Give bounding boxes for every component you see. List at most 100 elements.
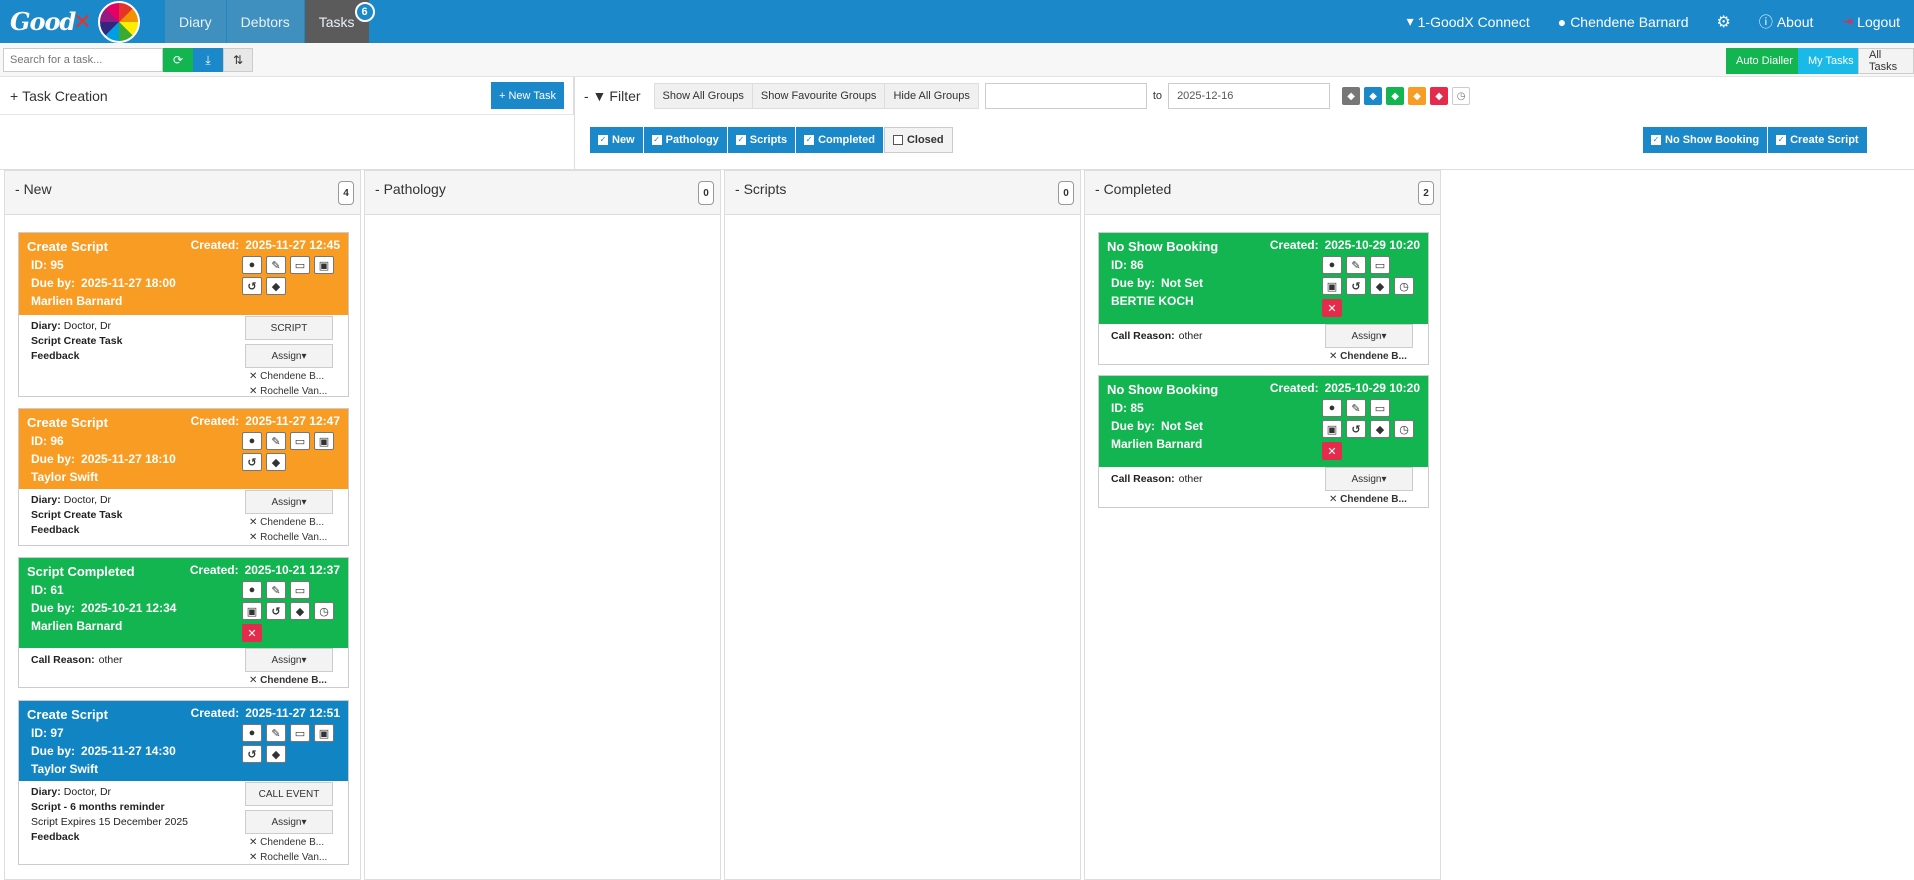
sort-button[interactable]: ⇅ [223,48,253,72]
status-chip-new[interactable]: ✓ New [590,127,643,153]
column-header[interactable]: - Completed 2 [1085,171,1440,215]
edit-icon[interactable]: ✎ [266,256,286,274]
briefcase-icon[interactable]: ▣ [1322,277,1342,295]
user-icon[interactable]: ● [242,724,262,742]
task-search-input[interactable] [3,48,163,72]
column-header[interactable]: - New 4 [5,171,360,215]
remove-assignee-icon[interactable]: ✕ [1329,351,1340,362]
history-icon[interactable]: ↺ [266,602,286,620]
tag-filter-icon[interactable]: ◆ [1364,87,1383,105]
tag-filter-icon[interactable]: ◆ [1408,87,1427,105]
user-remove-icon[interactable]: ● [1322,399,1342,417]
nav-tasks[interactable]: Tasks 6 [304,0,375,43]
column-header[interactable]: - Pathology 0 [365,171,720,215]
history-icon[interactable]: ↺ [242,453,262,471]
user-icon[interactable]: ● [242,432,262,450]
cancel-icon[interactable]: ✕ [242,624,262,642]
tag-filter-icon[interactable]: ◆ [1342,87,1361,105]
assignee[interactable]: ✕ Chendene B... [1329,494,1407,505]
edit-icon[interactable]: ✎ [266,724,286,742]
date-from-input[interactable] [984,83,1147,109]
task-creation-toggle[interactable]: + Task Creation [10,88,108,104]
assignee[interactable]: ✕ Chendene B... [249,837,324,848]
clock-icon[interactable]: ◷ [1394,277,1414,295]
new-task-button[interactable]: + New Task [491,82,564,109]
nav-diary[interactable]: Diary [165,0,226,43]
edit-icon[interactable]: ✎ [266,581,286,599]
tag-icon[interactable]: ◆ [1370,420,1390,438]
status-chip-closed[interactable]: Closed [883,127,953,153]
assignee[interactable]: ✕ Rochelle Van... [249,532,327,543]
tag-icon[interactable]: ◆ [290,602,310,620]
status-chip-pathology[interactable]: ✓ Pathology [643,127,727,153]
assignee[interactable]: ✕ Chendene B... [249,371,324,382]
status-chip-scripts[interactable]: ✓ Scripts [727,127,796,153]
clock-filter-icon[interactable]: ◷ [1452,87,1471,105]
cancel-icon[interactable]: ✕ [1322,442,1342,460]
briefcase-icon[interactable]: ▣ [1322,420,1342,438]
remove-assignee-icon[interactable]: ✕ [249,675,260,686]
remove-assignee-icon[interactable]: ✕ [249,517,260,528]
filter-toggle[interactable]: - ▼ Filter [584,88,641,104]
task-card[interactable]: Create Script Created: 2025-11-27 12:51 ID:… [18,700,349,865]
history-icon[interactable]: ↺ [242,277,262,295]
hide-all-groups-button[interactable]: Hide All Groups [884,83,979,109]
assign-button[interactable]: Assign ▾ [1325,324,1413,348]
type-chip[interactable]: ✓ Create Script [1768,127,1867,153]
task-card[interactable]: Create Script Created: 2025-11-27 12:47 ID:… [18,408,349,546]
history-icon[interactable]: ↺ [1346,277,1366,295]
user-icon[interactable]: ● [242,256,262,274]
goodx-logo[interactable]: Good ✕ [0,0,160,43]
briefcase-icon[interactable]: ▣ [242,602,262,620]
assignee[interactable]: ✕ Chendene B... [249,517,324,528]
remove-assignee-icon[interactable]: ✕ [1329,494,1340,505]
assign-button[interactable]: Assign ▾ [245,810,333,834]
briefcase-icon[interactable]: ▣ [314,432,334,450]
download-button[interactable]: ⤓ [193,48,223,72]
assign-button[interactable]: Assign ▾ [1325,467,1413,491]
remove-assignee-icon[interactable]: ✕ [249,852,260,863]
remove-assignee-icon[interactable]: ✕ [249,837,260,848]
tag-filter-icon[interactable]: ◆ [1430,87,1449,105]
type-chip[interactable]: ✓ No Show Booking [1643,127,1768,153]
money-icon[interactable]: ▭ [290,581,310,599]
my-tasks-button[interactable]: My Tasks [1798,48,1864,74]
about-link[interactable]: ⓘ About [1745,12,1828,32]
settings-button[interactable]: ⚙ [1703,12,1745,32]
edit-icon[interactable]: ✎ [266,432,286,450]
tag-icon[interactable]: ◆ [1370,277,1390,295]
history-icon[interactable]: ↺ [242,745,262,763]
cancel-icon[interactable]: ✕ [1322,299,1342,317]
date-to-input[interactable] [1168,83,1331,109]
tag-filter-icon[interactable]: ◆ [1386,87,1405,105]
history-icon[interactable]: ↺ [1346,420,1366,438]
action-button[interactable]: CALL EVENT [245,782,333,806]
tag-icon[interactable]: ◆ [266,745,286,763]
nav-debtors[interactable]: Debtors [226,0,304,43]
clock-icon[interactable]: ◷ [1394,420,1414,438]
auto-dialler-button[interactable]: Auto Dialler [1726,48,1803,74]
edit-icon[interactable]: ✎ [1346,256,1366,274]
edit-icon[interactable]: ✎ [1346,399,1366,417]
user-menu[interactable]: ● Chendene Barnard [1544,14,1703,30]
money-icon[interactable]: ▭ [1370,399,1390,417]
show-favourite-groups-button[interactable]: Show Favourite Groups [751,83,886,109]
task-card[interactable]: No Show Booking Created: 2025-10-29 10:20 I… [1098,375,1429,508]
assignee[interactable]: ✕ Chendene B... [249,675,327,686]
status-chip-completed[interactable]: ✓ Completed [796,127,883,153]
refresh-button[interactable]: ⟳ [163,48,193,72]
assignee[interactable]: ✕ Rochelle Van... [249,852,327,863]
column-header[interactable]: - Scripts 0 [725,171,1080,215]
money-icon[interactable]: ▭ [1370,256,1390,274]
assignee[interactable]: ✕ Chendene B... [1329,351,1407,362]
clock-icon[interactable]: ◷ [314,602,334,620]
goodx-connect-dropdown[interactable]: ▾ 1-GoodX Connect [1393,13,1544,30]
show-all-groups-button[interactable]: Show All Groups [653,83,753,109]
briefcase-icon[interactable]: ▣ [314,256,334,274]
assign-button[interactable]: Assign ▾ [245,490,333,514]
money-icon[interactable]: ▭ [290,724,310,742]
tag-icon[interactable]: ◆ [266,453,286,471]
assignee[interactable]: ✕ Rochelle Van... [249,386,327,397]
remove-assignee-icon[interactable]: ✕ [249,532,260,543]
tag-icon[interactable]: ◆ [266,277,286,295]
